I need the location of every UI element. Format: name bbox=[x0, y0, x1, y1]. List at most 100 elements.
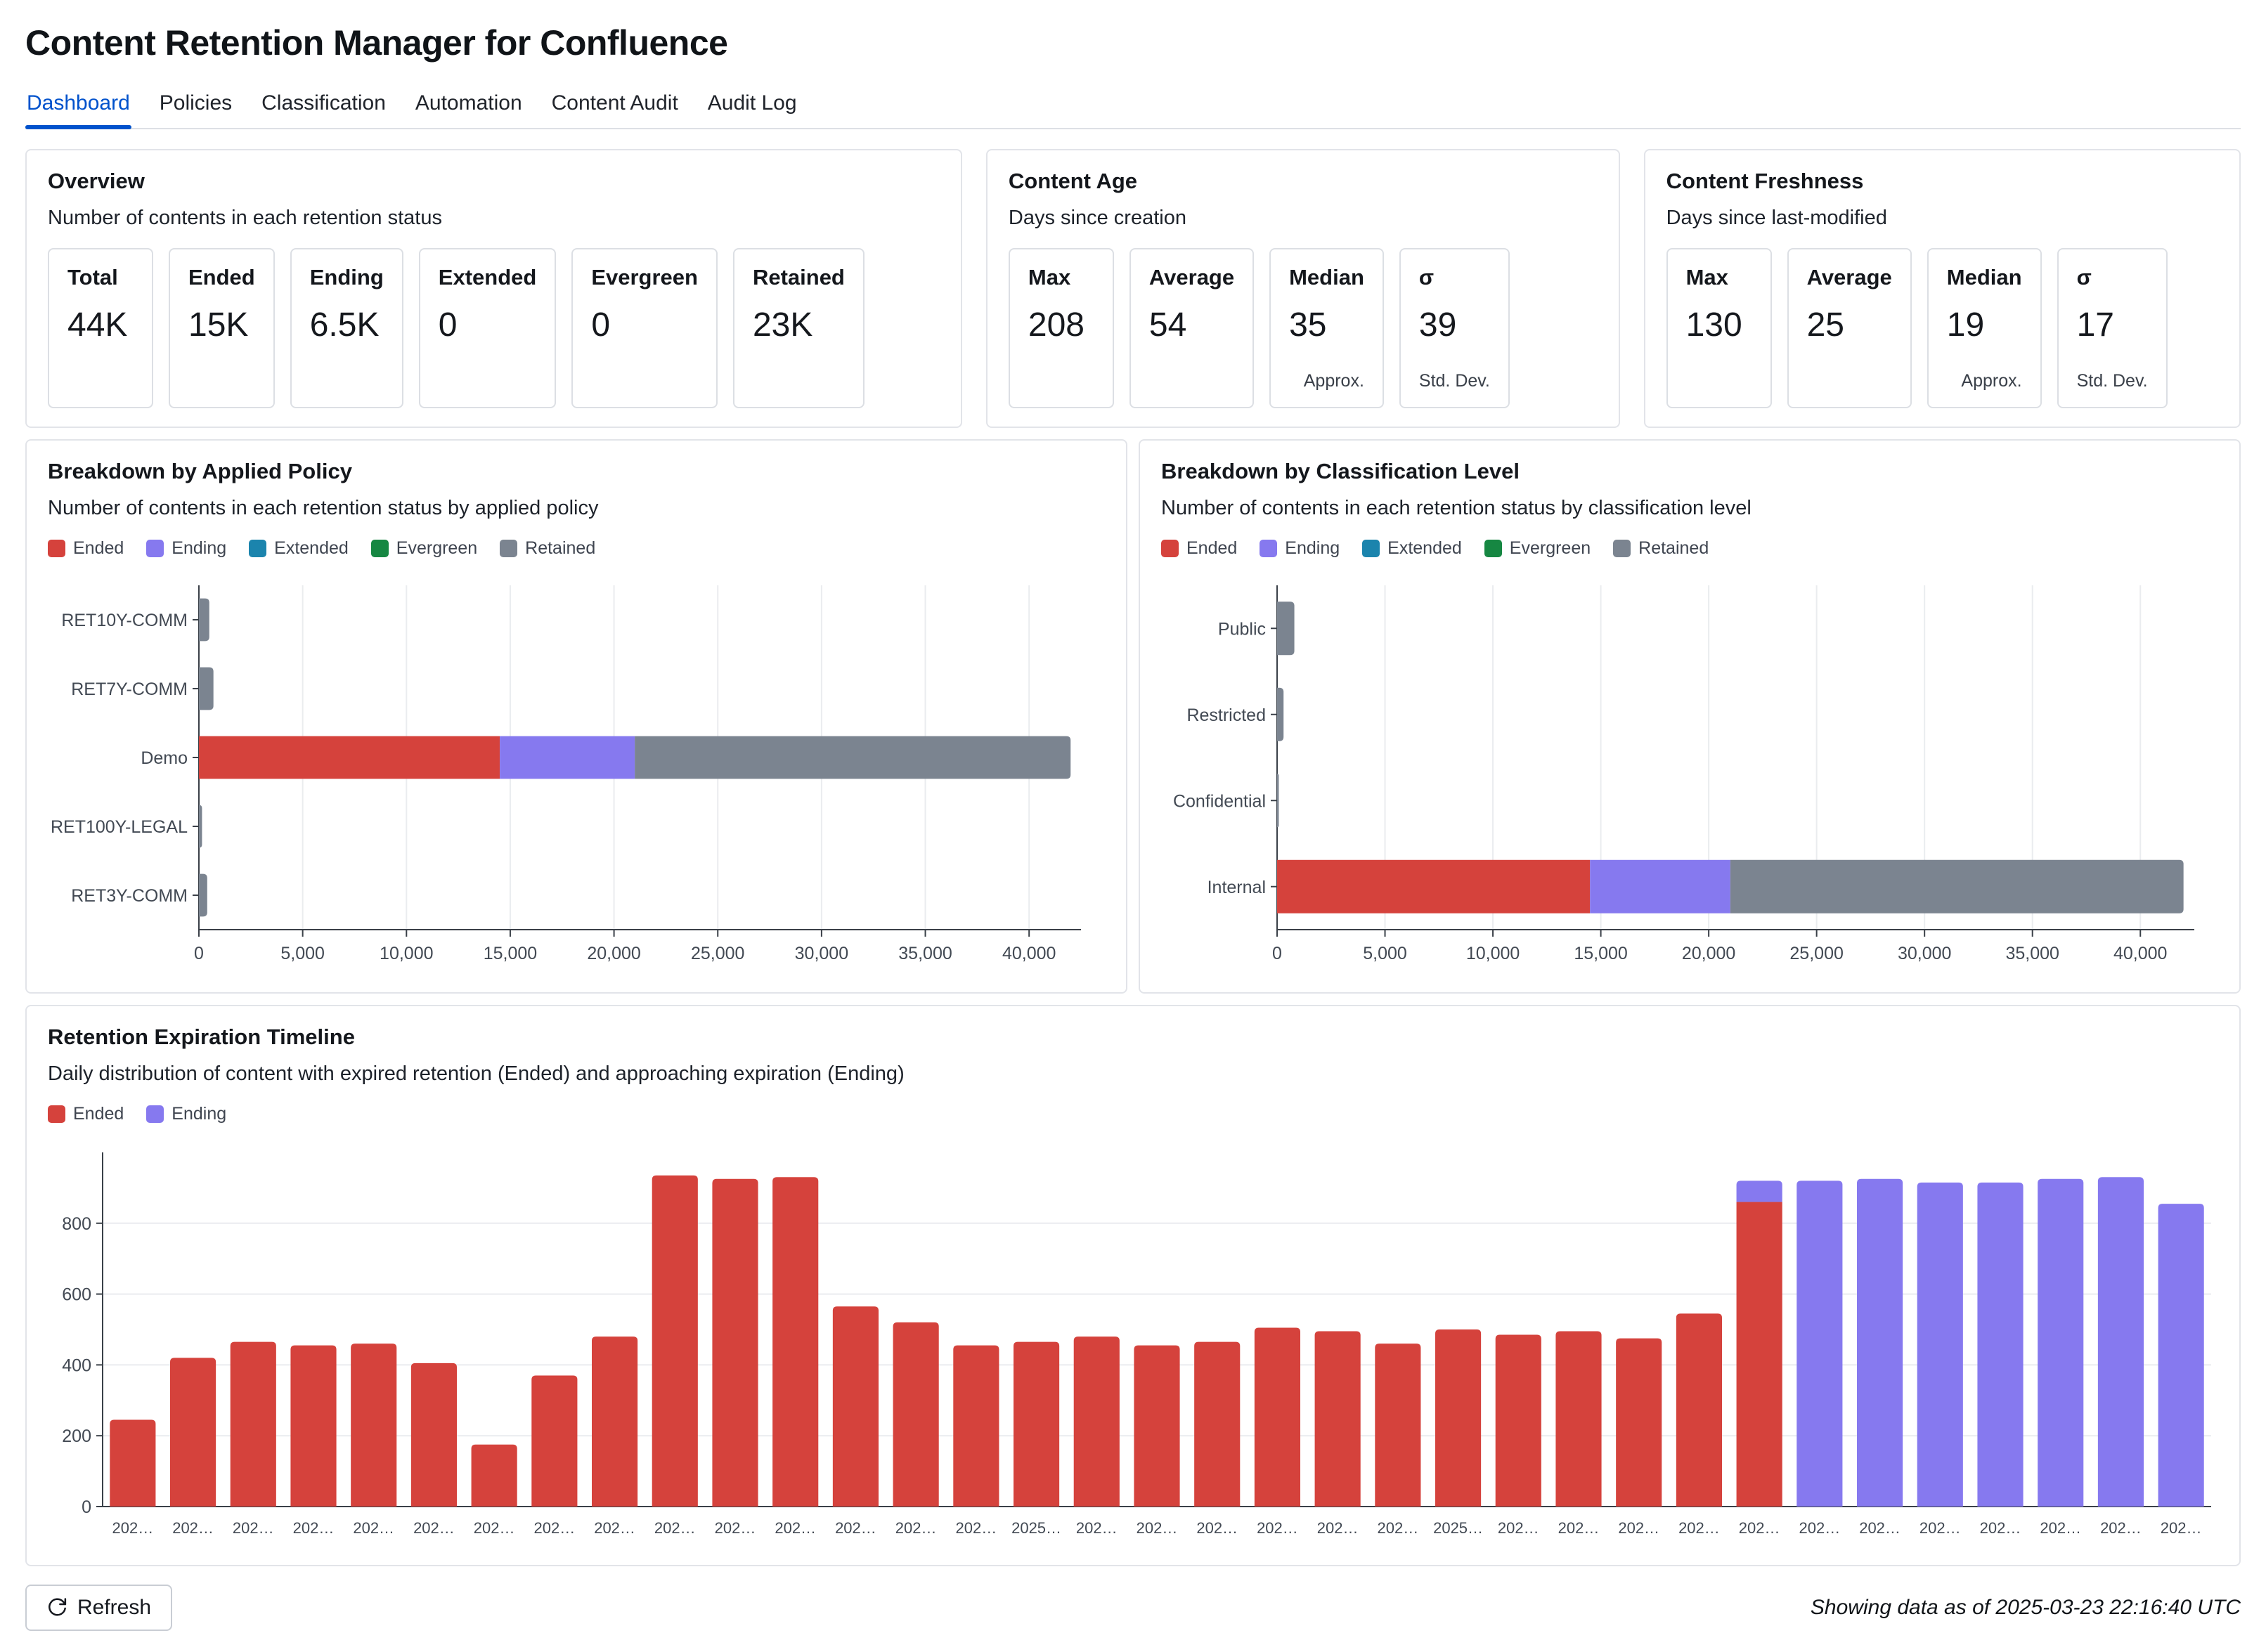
svg-text:202…: 202… bbox=[1799, 1519, 1840, 1537]
svg-text:202…: 202… bbox=[2040, 1519, 2081, 1537]
svg-text:202…: 202… bbox=[1919, 1519, 1961, 1537]
svg-text:202…: 202… bbox=[1257, 1519, 1298, 1537]
svg-text:202…: 202… bbox=[1859, 1519, 1901, 1537]
stat-value: 35 bbox=[1289, 306, 1364, 344]
svg-text:202…: 202… bbox=[1137, 1519, 1178, 1537]
tab-bar: Dashboard Policies Classification Automa… bbox=[25, 84, 2241, 129]
svg-text:202…: 202… bbox=[1558, 1519, 1600, 1537]
svg-text:400: 400 bbox=[62, 1355, 91, 1375]
svg-text:40,000: 40,000 bbox=[2113, 944, 2167, 963]
card-title: Retention Expiration Timeline bbox=[48, 1025, 2218, 1050]
legend-label: Ended bbox=[1186, 538, 1237, 559]
svg-text:202…: 202… bbox=[413, 1519, 455, 1537]
legend-item-ended[interactable]: Ended bbox=[48, 1104, 124, 1124]
tab-automation[interactable]: Automation bbox=[414, 84, 524, 128]
footer: Refresh Showing data as of 2025-03-23 22… bbox=[25, 1585, 2241, 1631]
stat-label: Extended bbox=[439, 265, 537, 290]
svg-text:5,000: 5,000 bbox=[1363, 944, 1407, 963]
legend-item-ending[interactable]: Ending bbox=[1260, 538, 1340, 559]
refresh-icon bbox=[46, 1597, 67, 1618]
refresh-button[interactable]: Refresh bbox=[25, 1585, 172, 1631]
card-title: Content Age bbox=[1009, 169, 1598, 194]
svg-text:600: 600 bbox=[62, 1285, 91, 1305]
svg-text:202…: 202… bbox=[715, 1519, 756, 1537]
legend-item-extended[interactable]: Extended bbox=[249, 538, 349, 559]
card-subtitle: Number of contents in each retention sta… bbox=[1161, 497, 2218, 520]
svg-text:Internal: Internal bbox=[1208, 878, 1266, 897]
svg-text:202…: 202… bbox=[2161, 1519, 2202, 1537]
svg-text:202…: 202… bbox=[533, 1519, 575, 1537]
svg-text:202…: 202… bbox=[654, 1519, 696, 1537]
svg-text:0: 0 bbox=[1272, 944, 1282, 963]
card-title: Breakdown by Classification Level bbox=[1161, 459, 2218, 484]
tab-content-audit[interactable]: Content Audit bbox=[550, 84, 680, 128]
stat-age-median: Median 35 Approx. bbox=[1269, 248, 1384, 408]
svg-text:35,000: 35,000 bbox=[898, 944, 952, 963]
timeline-chart: 0200400600800202…202…202…202…202…202…202… bbox=[48, 1143, 2218, 1547]
legend-label: Extended bbox=[1387, 538, 1462, 559]
stat-label: Median bbox=[1947, 265, 2022, 290]
stat-retained: Retained 23K bbox=[733, 248, 865, 408]
stat-value: 15K bbox=[188, 306, 255, 344]
legend-item-ending[interactable]: Ending bbox=[146, 538, 226, 559]
stat-value: 0 bbox=[439, 306, 537, 344]
legend-item-retained[interactable]: Retained bbox=[1613, 538, 1709, 559]
legend-swatch-retained bbox=[1613, 540, 1631, 557]
content-age-stats: Max 208 Average 54 Median 35 Approx. σ 3… bbox=[1009, 248, 1598, 408]
policy-breakdown-card: Breakdown by Applied Policy Number of co… bbox=[25, 439, 1127, 994]
stat-age-average: Average 54 bbox=[1129, 248, 1254, 408]
svg-text:200: 200 bbox=[62, 1426, 91, 1446]
tab-policies[interactable]: Policies bbox=[158, 84, 233, 128]
legend-item-ended[interactable]: Ended bbox=[1161, 538, 1237, 559]
stat-evergreen: Evergreen 0 bbox=[571, 248, 718, 408]
stat-label: Ended bbox=[188, 265, 255, 290]
svg-text:RET3Y-COMM: RET3Y-COMM bbox=[71, 886, 188, 906]
refresh-label: Refresh bbox=[77, 1596, 151, 1620]
legend-item-evergreen[interactable]: Evergreen bbox=[371, 538, 477, 559]
tab-classification[interactable]: Classification bbox=[260, 84, 387, 128]
legend-item-evergreen[interactable]: Evergreen bbox=[1484, 538, 1591, 559]
svg-text:35,000: 35,000 bbox=[2005, 944, 2059, 963]
svg-text:20,000: 20,000 bbox=[587, 944, 640, 963]
stat-fresh-sigma: σ 17 Std. Dev. bbox=[2057, 248, 2168, 408]
legend-item-retained[interactable]: Retained bbox=[500, 538, 595, 559]
svg-text:202…: 202… bbox=[112, 1519, 153, 1537]
svg-text:RET10Y-COMM: RET10Y-COMM bbox=[61, 611, 188, 630]
legend-item-ended[interactable]: Ended bbox=[48, 538, 124, 559]
legend-item-ending[interactable]: Ending bbox=[146, 1104, 226, 1124]
svg-text:10,000: 10,000 bbox=[380, 944, 433, 963]
stat-label: Evergreen bbox=[591, 265, 698, 290]
card-subtitle: Number of contents in each retention sta… bbox=[48, 497, 1105, 520]
stat-value: 0 bbox=[591, 306, 698, 344]
legend-swatch-ending bbox=[146, 540, 164, 557]
stat-note: Std. Dev. bbox=[2077, 371, 2148, 391]
timeline-legend: Ended Ending bbox=[48, 1104, 2218, 1124]
policy-legend: Ended Ending Extended Evergreen Retained bbox=[48, 538, 1105, 559]
stat-value: 25 bbox=[1807, 306, 1892, 344]
tab-dashboard[interactable]: Dashboard bbox=[25, 84, 131, 128]
stat-value: 17 bbox=[2077, 306, 2148, 344]
svg-text:202…: 202… bbox=[1196, 1519, 1238, 1537]
stat-label: Ending bbox=[310, 265, 384, 290]
tab-audit-log[interactable]: Audit Log bbox=[706, 84, 798, 128]
legend-item-extended[interactable]: Extended bbox=[1362, 538, 1462, 559]
stat-ended: Ended 15K bbox=[169, 248, 275, 408]
stat-age-max: Max 208 bbox=[1009, 248, 1114, 408]
legend-label: Extended bbox=[274, 538, 349, 559]
svg-text:202…: 202… bbox=[1618, 1519, 1659, 1537]
legend-swatch-ending bbox=[146, 1105, 164, 1123]
legend-label: Evergreen bbox=[396, 538, 477, 559]
overview-card: Overview Number of contents in each rete… bbox=[25, 149, 962, 428]
legend-label: Ended bbox=[73, 538, 124, 559]
legend-swatch-extended bbox=[1362, 540, 1380, 557]
stat-label: σ bbox=[1419, 265, 1490, 290]
svg-text:Confidential: Confidential bbox=[1173, 791, 1266, 811]
classification-legend: Ended Ending Extended Evergreen Retained bbox=[1161, 538, 2218, 559]
svg-text:10,000: 10,000 bbox=[1466, 944, 1520, 963]
svg-text:5,000: 5,000 bbox=[280, 944, 325, 963]
stat-label: σ bbox=[2077, 265, 2148, 290]
svg-text:25,000: 25,000 bbox=[1789, 944, 1843, 963]
card-subtitle: Daily distribution of content with expir… bbox=[48, 1062, 2218, 1086]
svg-text:202…: 202… bbox=[895, 1519, 937, 1537]
svg-text:202…: 202… bbox=[594, 1519, 635, 1537]
